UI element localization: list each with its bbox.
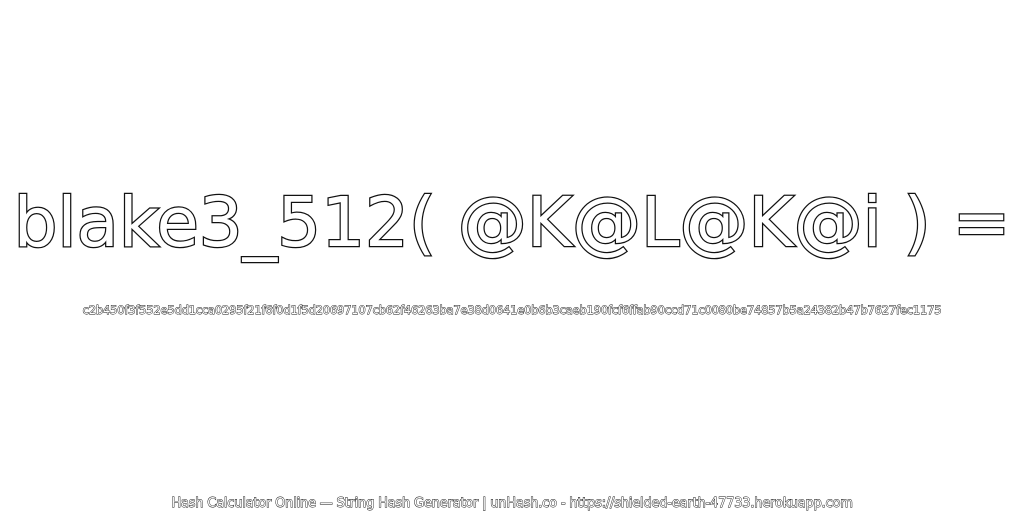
footer-credit: Hash Calculator Online — String Hash Gen… xyxy=(171,496,853,512)
hash-expression-title: blake3_512( @K@L@K@i ) = xyxy=(12,182,1011,265)
hash-result-value: c2b450f3f552e5dd1cca0295f21f6f0d1f5d2069… xyxy=(82,303,942,318)
